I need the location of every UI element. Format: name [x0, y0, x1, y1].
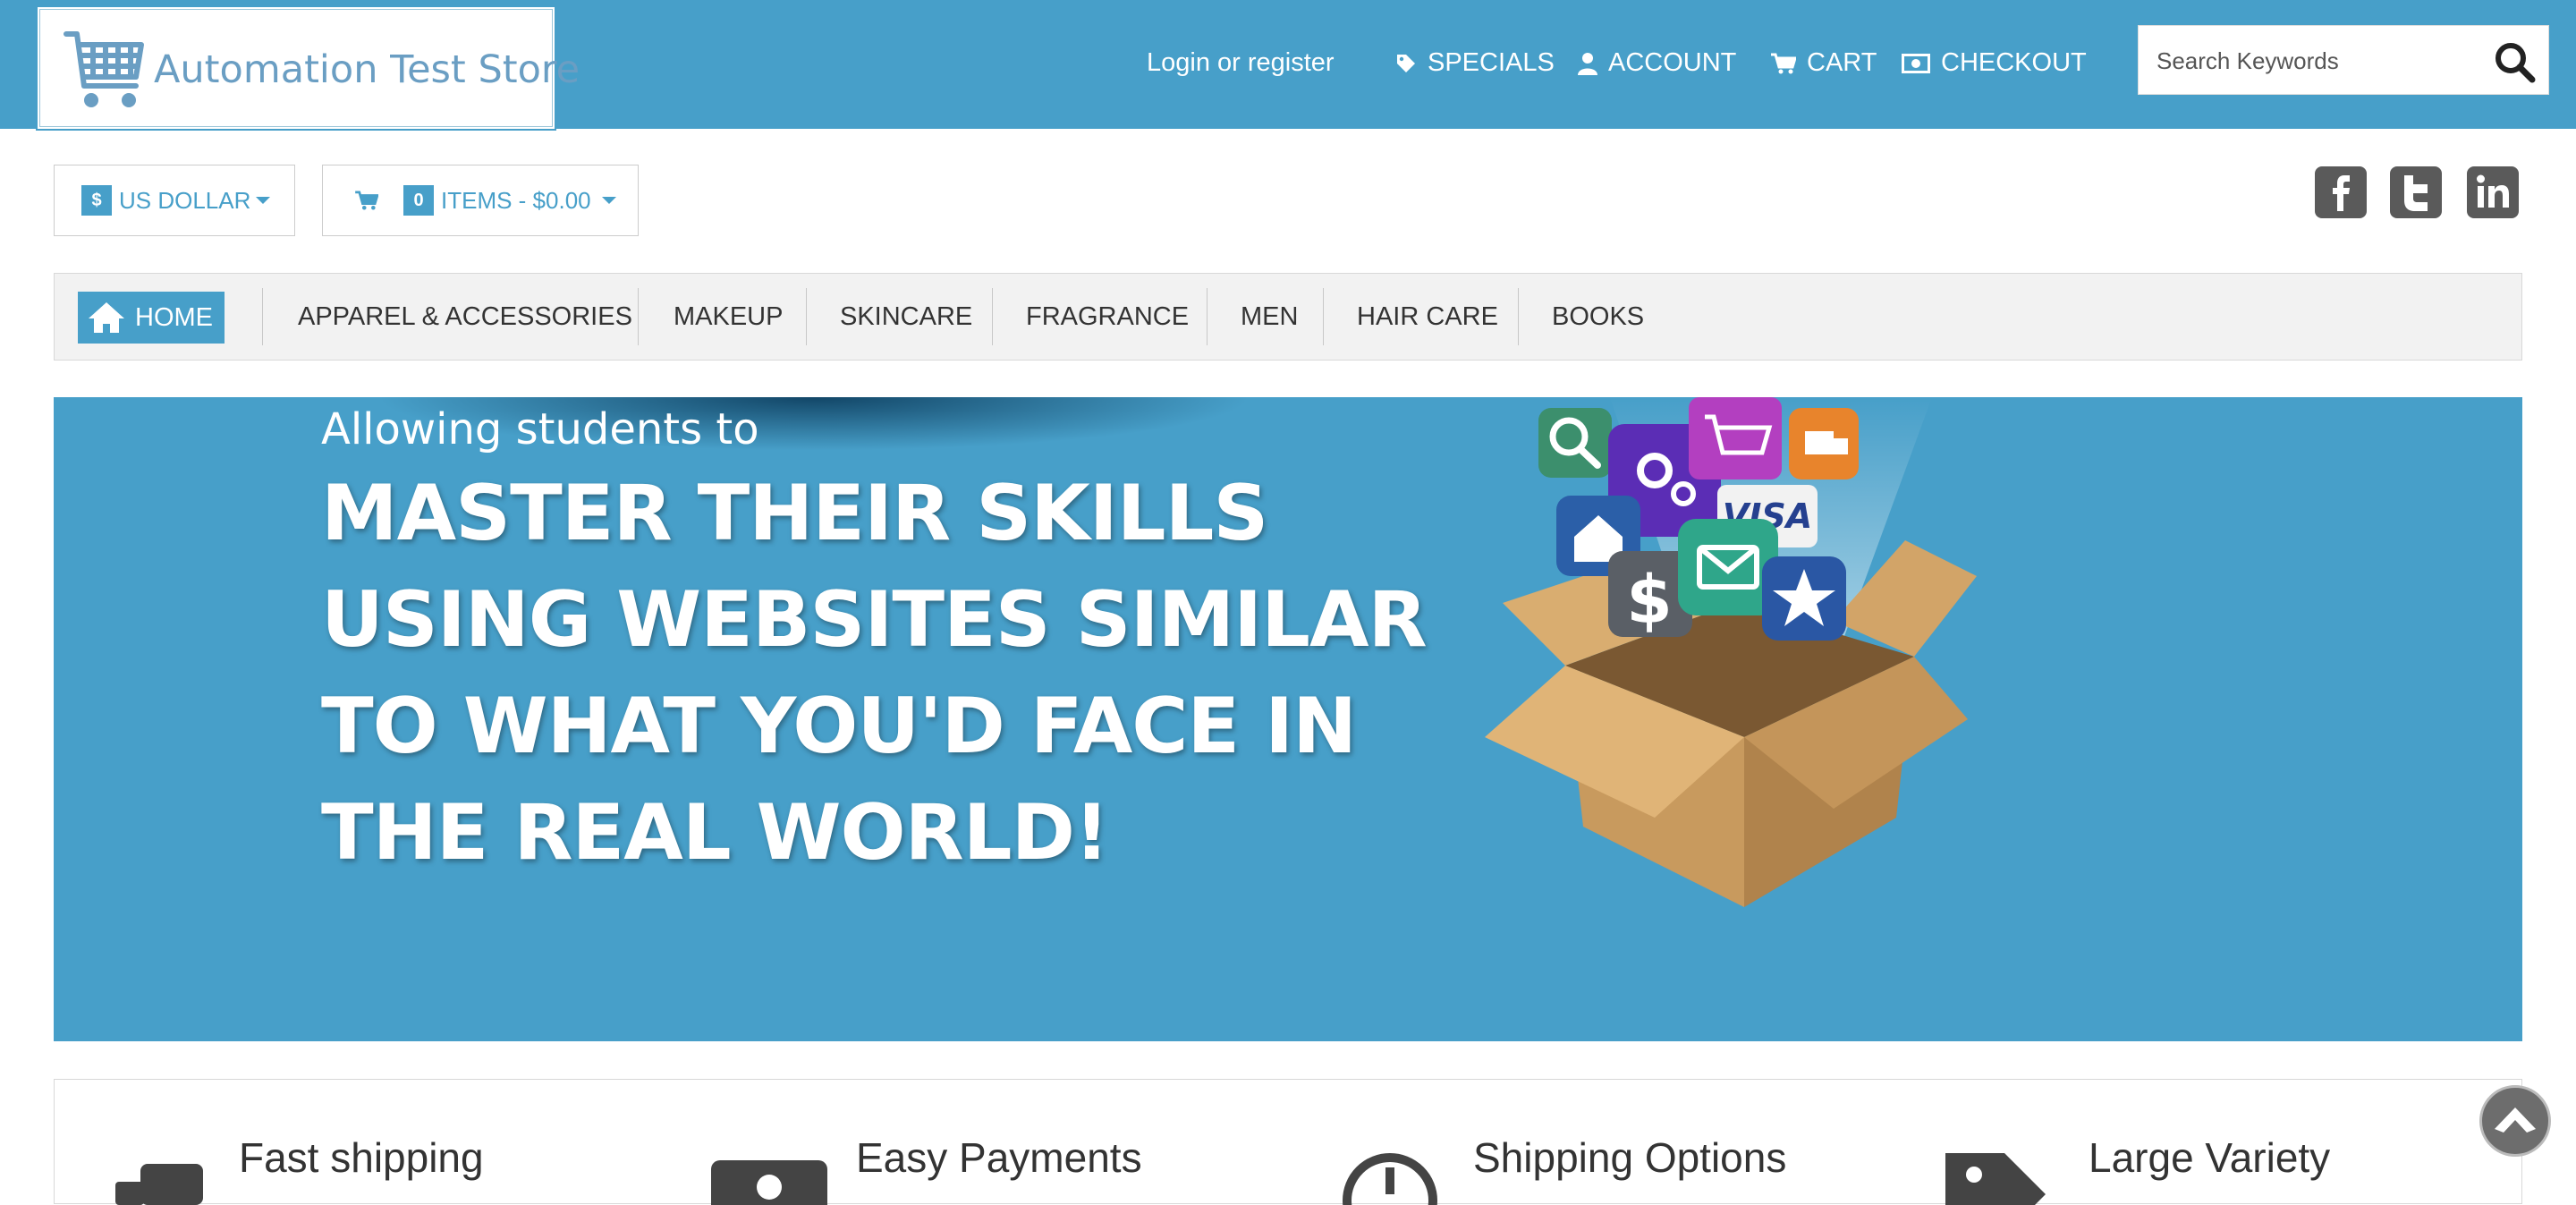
nav-checkout[interactable]: CHECKOUT — [1902, 48, 2087, 78]
category-books[interactable]: BOOKS — [1552, 274, 1644, 360]
menu-divider — [992, 288, 993, 345]
feature-large-variety: Large Variety — [2089, 1134, 2331, 1181]
truck-icon — [115, 1164, 203, 1205]
nav-checkout-label: CHECKOUT — [1941, 48, 2087, 77]
cart-count-badge: 0 — [403, 185, 434, 216]
linkedin-icon — [2477, 174, 2509, 208]
linkedin-link[interactable] — [2467, 166, 2519, 218]
category-apparel[interactable]: APPAREL & ACCESSORIES — [298, 274, 632, 360]
logo-text: Automation Test Store — [154, 47, 580, 92]
tag-icon — [1397, 54, 1415, 72]
clock-icon — [1343, 1153, 1437, 1205]
cart-icon — [355, 191, 378, 210]
category-makeup[interactable]: MAKEUP — [674, 274, 783, 360]
chevron-down-icon — [601, 197, 616, 204]
features-strip: Fast shipping Easy Payments Shipping Opt… — [54, 1079, 2522, 1205]
nav-account[interactable]: ACCOUNT — [1578, 48, 1736, 78]
menu-divider — [806, 288, 807, 345]
menu-divider — [1518, 288, 1519, 345]
store-logo[interactable]: Automation Test Store — [36, 5, 580, 131]
category-home-label: HOME — [135, 302, 213, 332]
dollar-icon: $ — [1626, 562, 1673, 639]
header-bar: Automation Test Store Login or register … — [0, 0, 2576, 131]
menu-divider — [262, 288, 263, 345]
currency-symbol: $ — [81, 185, 112, 216]
twitter-icon — [2404, 175, 2428, 211]
facebook-icon — [2333, 175, 2350, 211]
search-icon[interactable] — [2493, 40, 2536, 83]
money-icon — [711, 1160, 827, 1205]
nav-specials[interactable]: SPECIALS — [1395, 48, 1555, 78]
chevron-up-icon — [2495, 1107, 2536, 1133]
cart-summary-label: ITEMS - $0.00 — [441, 186, 591, 214]
nav-cart-label: CART — [1807, 48, 1877, 77]
category-fragrance[interactable]: FRAGRANCE — [1026, 274, 1189, 360]
search-input[interactable] — [2155, 38, 2480, 83]
home-icon — [89, 302, 124, 333]
banner-headline-line: THE REAL WORLD! — [321, 788, 1109, 878]
category-home[interactable]: HOME — [78, 292, 225, 344]
banner-headline-line: TO WHAT YOU'D FACE IN — [321, 682, 1357, 771]
cart-logo-icon — [64, 31, 144, 107]
category-menu: HOME APPAREL & ACCESSORIES MAKEUP SKINCA… — [54, 273, 2522, 361]
hero-banner[interactable]: Allowing students to MASTER THEIR SKILLS… — [54, 397, 2522, 1041]
banner-headline-line: USING WEBSITES SIMILAR — [321, 575, 1428, 665]
facebook-link[interactable] — [2315, 166, 2367, 218]
cart-icon — [1771, 53, 1796, 73]
currency-label: US DOLLAR — [119, 186, 251, 214]
twitter-link[interactable] — [2390, 166, 2442, 218]
menu-divider — [638, 288, 639, 345]
user-icon — [1578, 52, 1597, 75]
category-hair-care[interactable]: HAIR CARE — [1357, 274, 1498, 360]
search-box — [2138, 25, 2549, 95]
feature-shipping-options: Shipping Options — [1473, 1134, 1787, 1181]
feature-fast-shipping: Fast shipping — [239, 1134, 484, 1181]
login-register-link[interactable]: Login or register — [1147, 48, 1335, 78]
currency-dropdown[interactable]: $ US DOLLAR — [54, 165, 295, 236]
menu-divider — [1207, 288, 1208, 345]
cart-dropdown[interactable]: 0 ITEMS - $0.00 — [322, 165, 639, 236]
category-skincare[interactable]: SKINCARE — [840, 274, 972, 360]
tags-icon — [1945, 1153, 2046, 1205]
feature-easy-payments: Easy Payments — [856, 1134, 1142, 1181]
chevron-down-icon — [256, 197, 271, 204]
nav-cart[interactable]: CART — [1771, 48, 1877, 78]
menu-divider — [1323, 288, 1324, 345]
nav-specials-label: SPECIALS — [1428, 48, 1555, 77]
category-men[interactable]: MEN — [1241, 274, 1298, 360]
banner-subtitle: Allowing students to — [321, 404, 759, 454]
open-box-illustration: VISA $ — [1485, 397, 1977, 907]
banner-headline-line: MASTER THEIR SKILLS — [321, 469, 1268, 558]
scroll-to-top-button[interactable] — [2479, 1085, 2551, 1157]
nav-account-label: ACCOUNT — [1608, 48, 1737, 77]
money-icon — [1902, 53, 1930, 73]
